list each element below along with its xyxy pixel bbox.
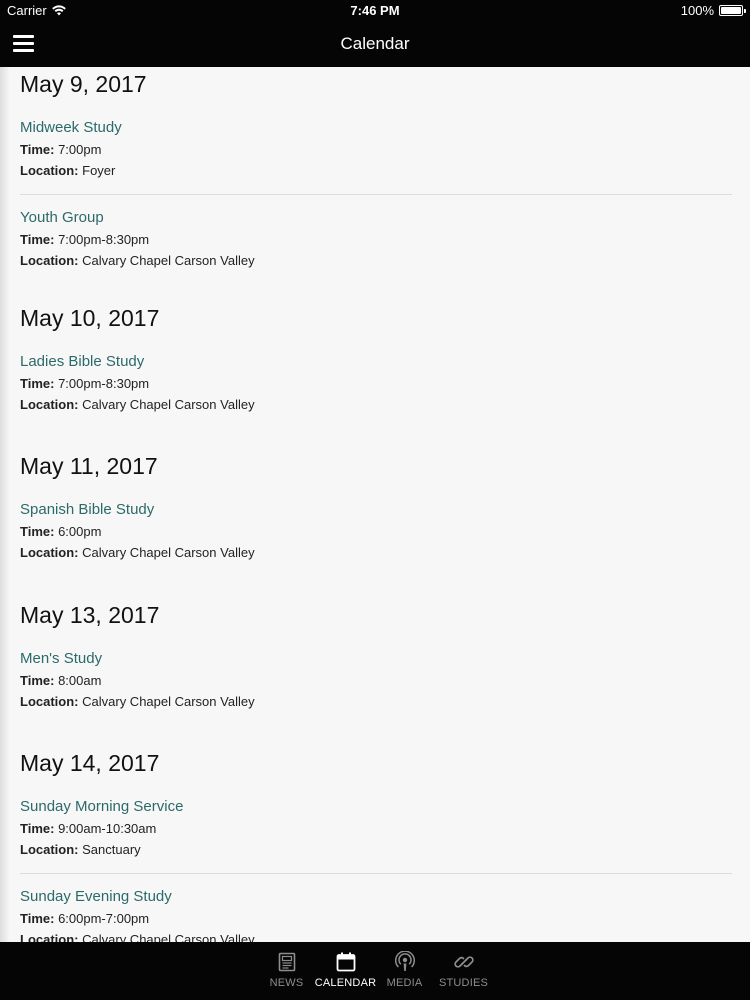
event-title[interactable]: Midweek Study <box>20 117 732 139</box>
event-location: Location: Sanctuary <box>20 839 732 860</box>
event-time: Time: 6:00pm-7:00pm <box>20 908 732 929</box>
event-location: Location: Calvary Chapel Carson Valley <box>20 691 732 712</box>
event-location: Location: Calvary Chapel Carson Valley <box>20 542 732 563</box>
event-time: Time: 7:00pm <box>20 139 732 160</box>
date-heading: May 9, 2017 <box>20 71 147 97</box>
event-location-label: Location: <box>20 932 79 942</box>
event-location-value: Calvary Chapel Carson Valley <box>82 397 255 412</box>
event-time: Time: 9:00am-10:30am <box>20 818 732 839</box>
event-item[interactable]: Sunday Morning Service Time: 9:00am-10:30… <box>20 778 732 873</box>
page-title: Calendar <box>340 34 410 53</box>
event-time-label: Time: <box>20 911 55 926</box>
event-location-value: Foyer <box>82 163 116 178</box>
event-location: Location: Calvary Chapel Carson Valley <box>20 394 732 415</box>
event-item[interactable]: Youth Group Time: 7:00pm-8:30pm Location: … <box>20 194 732 284</box>
event-title[interactable]: Spanish Bible Study <box>20 499 732 521</box>
event-time-value: 7:00pm-8:30pm <box>58 232 150 247</box>
event-time-label: Time: <box>20 376 55 391</box>
event-time: Time: 8:00am <box>20 670 732 691</box>
event-time-value: 6:00pm-7:00pm <box>58 911 150 926</box>
tab-label: NEWS <box>269 977 304 989</box>
date-section: May 11, 2017 Spanish Bible Study Time: 6:0… <box>0 451 750 576</box>
news-icon <box>278 952 295 972</box>
app-screen: Carrier 7:46 PM 100% Calendar May 9, 201… <box>0 0 750 1000</box>
event-location: Location: Calvary Chapel Carson Valley <box>20 250 732 271</box>
status-bar: Carrier 7:46 PM 100% <box>0 0 750 22</box>
event-item[interactable]: Ladies Bible Study Time: 7:00pm-8:30pm Loc… <box>20 333 732 428</box>
event-time-label: Time: <box>20 673 55 688</box>
tab-label: MEDIA <box>386 977 423 989</box>
tab-label: CALENDAR <box>314 977 377 989</box>
event-time: Time: 7:00pm-8:30pm <box>20 373 732 394</box>
event-item[interactable]: Midweek Study Time: 7:00pm Location: Foyer <box>20 99 732 194</box>
calendar-list[interactable]: May 9, 2017 Midweek Study Time: 7:00pm Loca… <box>0 67 750 942</box>
event-time: Time: 7:00pm-8:30pm <box>20 229 732 250</box>
event-time-value: 6:00pm <box>58 524 102 539</box>
date-heading: May 10, 2017 <box>20 305 160 331</box>
event-title[interactable]: Youth Group <box>20 207 732 229</box>
tab-calendar[interactable]: CALENDAR <box>314 942 377 1000</box>
tab-media[interactable]: MEDIA <box>375 942 434 1000</box>
link-icon <box>453 956 474 968</box>
event-time-label: Time: <box>20 821 55 836</box>
tab-studies[interactable]: STUDIES <box>434 942 493 1000</box>
date-heading: May 14, 2017 <box>20 750 160 776</box>
event-title[interactable]: Men's Study <box>20 648 732 670</box>
event-time: Time: 6:00pm <box>20 521 732 542</box>
event-time-value: 8:00am <box>58 673 102 688</box>
date-heading: May 11, 2017 <box>20 453 158 479</box>
event-time-value: 7:00pm <box>58 142 102 157</box>
event-location-label: Location: <box>20 397 79 412</box>
calendar-icon <box>336 952 355 972</box>
event-location-label: Location: <box>20 842 79 857</box>
date-heading: May 13, 2017 <box>20 602 160 628</box>
event-item[interactable]: Men's Study Time: 8:00am Location: Calvary… <box>20 630 732 725</box>
event-title[interactable]: Ladies Bible Study <box>20 351 732 373</box>
battery-icon <box>719 5 746 16</box>
event-location-value: Calvary Chapel Carson Valley <box>82 253 255 268</box>
event-location-value: Calvary Chapel Carson Valley <box>82 545 255 560</box>
event-location: Location: Foyer <box>20 160 732 181</box>
event-time-value: 7:00pm-8:30pm <box>58 376 150 391</box>
navigation-bar: Calendar <box>0 22 750 67</box>
event-time-label: Time: <box>20 524 55 539</box>
date-section: May 9, 2017 Midweek Study Time: 7:00pm Loca… <box>0 69 750 284</box>
tab-label: STUDIES <box>438 977 489 989</box>
date-section: May 10, 2017 Ladies Bible Study Time: 7:00… <box>0 303 750 428</box>
status-battery: 100% <box>680 3 746 18</box>
battery-percent: 100% <box>680 3 714 18</box>
event-item[interactable]: Spanish Bible Study Time: 6:00pm Location:… <box>20 481 732 576</box>
event-location-label: Location: <box>20 253 79 268</box>
status-time: 7:46 PM <box>350 3 400 18</box>
event-title[interactable]: Sunday Evening Study <box>20 886 732 908</box>
event-title[interactable]: Sunday Morning Service <box>20 796 732 818</box>
date-section: May 14, 2017 Sunday Morning Service Time: … <box>0 748 750 942</box>
event-location-label: Location: <box>20 694 79 709</box>
event-location-label: Location: <box>20 545 79 560</box>
event-location-value: Calvary Chapel Carson Valley <box>82 694 255 709</box>
event-item[interactable]: Sunday Evening Study Time: 6:00pm-7:00pm L… <box>20 873 732 942</box>
event-location: Location: Calvary Chapel Carson Valley <box>20 929 732 942</box>
podcast-icon <box>394 951 415 971</box>
top-bar: Carrier 7:46 PM 100% Calendar <box>0 0 750 67</box>
event-location-value: Sanctuary <box>82 842 141 857</box>
tab-bar: NEWS CALENDAR MEDIA STUDIES <box>0 942 750 1000</box>
event-location-label: Location: <box>20 163 79 178</box>
event-time-value: 9:00am-10:30am <box>58 821 157 836</box>
event-location-value: Calvary Chapel Carson Valley <box>82 932 255 942</box>
date-section: May 13, 2017 Men's Study Time: 8:00am Locat… <box>0 600 750 725</box>
event-time-label: Time: <box>20 232 55 247</box>
event-time-label: Time: <box>20 142 55 157</box>
tab-news[interactable]: NEWS <box>257 942 316 1000</box>
